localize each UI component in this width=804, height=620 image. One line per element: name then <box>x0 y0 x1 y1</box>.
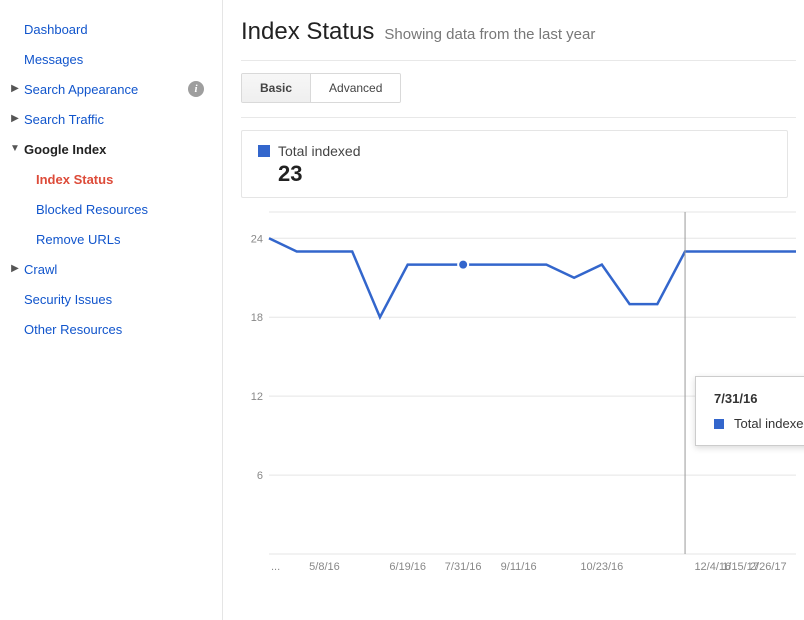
sidebar-item-label: Google Index <box>24 142 222 157</box>
svg-text:18: 18 <box>251 312 263 324</box>
page-title: Index Status <box>241 18 374 46</box>
tab-basic[interactable]: Basic <box>242 74 311 102</box>
tab-advanced[interactable]: Advanced <box>311 74 400 102</box>
svg-text:6: 6 <box>257 470 263 482</box>
sidebar-item-label: Security Issues <box>24 292 222 307</box>
sidebar-item-messages[interactable]: Messages <box>0 44 222 74</box>
chart-tooltip: 7/31/16 Total indexed: 22 <box>695 376 804 446</box>
sidebar-item-search-traffic[interactable]: ▶ Search Traffic <box>0 104 222 134</box>
title-row: Index Status Showing data from the last … <box>241 18 796 46</box>
sidebar: Dashboard Messages ▶ Search Appearance i… <box>0 0 223 620</box>
info-icon[interactable]: i <box>188 81 204 97</box>
sidebar-item-label: Index Status <box>36 172 222 187</box>
legend-card: Total indexed 23 <box>241 130 788 198</box>
svg-text:7/31/16: 7/31/16 <box>445 561 482 573</box>
divider <box>241 117 796 118</box>
tooltip-series-label: Total indexed: <box>734 416 804 431</box>
sidebar-item-dashboard[interactable]: Dashboard <box>0 14 222 44</box>
sidebar-item-blocked-resources[interactable]: Blocked Resources <box>0 194 222 224</box>
legend-series-value: 23 <box>278 161 771 187</box>
chart[interactable]: 6 12 18 24... 5/8/16 6/19/16 7/31/16 9/11/16 10/… <box>241 208 796 578</box>
app-root: Dashboard Messages ▶ Search Appearance i… <box>0 0 804 620</box>
sidebar-item-label: Remove URLs <box>36 232 222 247</box>
sidebar-item-security-issues[interactable]: Security Issues <box>0 284 222 314</box>
view-tabs: Basic Advanced <box>241 73 401 103</box>
sidebar-item-label: Blocked Resources <box>36 202 222 217</box>
tooltip-date: 7/31/16 <box>714 391 804 406</box>
svg-text:12: 12 <box>251 391 263 403</box>
page-subtitle: Showing data from the last year <box>384 26 595 43</box>
caret-right-icon: ▶ <box>10 114 20 124</box>
sidebar-item-other-resources[interactable]: Other Resources <box>0 314 222 344</box>
tooltip-swatch-icon <box>714 419 724 429</box>
sidebar-item-label: Crawl <box>24 262 222 277</box>
sidebar-item-label: Other Resources <box>24 322 222 337</box>
legend-series-label: Total indexed <box>278 143 361 159</box>
sidebar-item-index-status[interactable]: Index Status <box>0 164 222 194</box>
sidebar-item-remove-urls[interactable]: Remove URLs <box>0 224 222 254</box>
sidebar-item-label: Search Traffic <box>24 112 222 127</box>
main-content: Index Status Showing data from the last … <box>223 0 804 620</box>
svg-text:...: ... <box>271 561 280 573</box>
sidebar-item-label: Messages <box>24 52 222 67</box>
caret-down-icon: ▼ <box>10 144 20 154</box>
caret-right-icon: ▶ <box>10 264 20 274</box>
sidebar-item-google-index[interactable]: ▼ Google Index <box>0 134 222 164</box>
svg-text:10/23/16: 10/23/16 <box>580 561 623 573</box>
sidebar-item-label: Dashboard <box>24 22 222 37</box>
sidebar-item-label: Search Appearance <box>24 82 188 97</box>
legend-swatch-icon <box>258 145 270 157</box>
svg-text:2/26/17: 2/26/17 <box>750 561 787 573</box>
svg-text:24: 24 <box>251 233 263 245</box>
svg-text:9/11/16: 9/11/16 <box>501 561 537 573</box>
sidebar-item-crawl[interactable]: ▶ Crawl <box>0 254 222 284</box>
sidebar-item-search-appearance[interactable]: ▶ Search Appearance i <box>0 74 222 104</box>
caret-right-icon: ▶ <box>10 84 20 94</box>
svg-text:6/19/16: 6/19/16 <box>389 561 426 573</box>
divider <box>241 60 796 61</box>
svg-text:5/8/16: 5/8/16 <box>309 561 340 573</box>
